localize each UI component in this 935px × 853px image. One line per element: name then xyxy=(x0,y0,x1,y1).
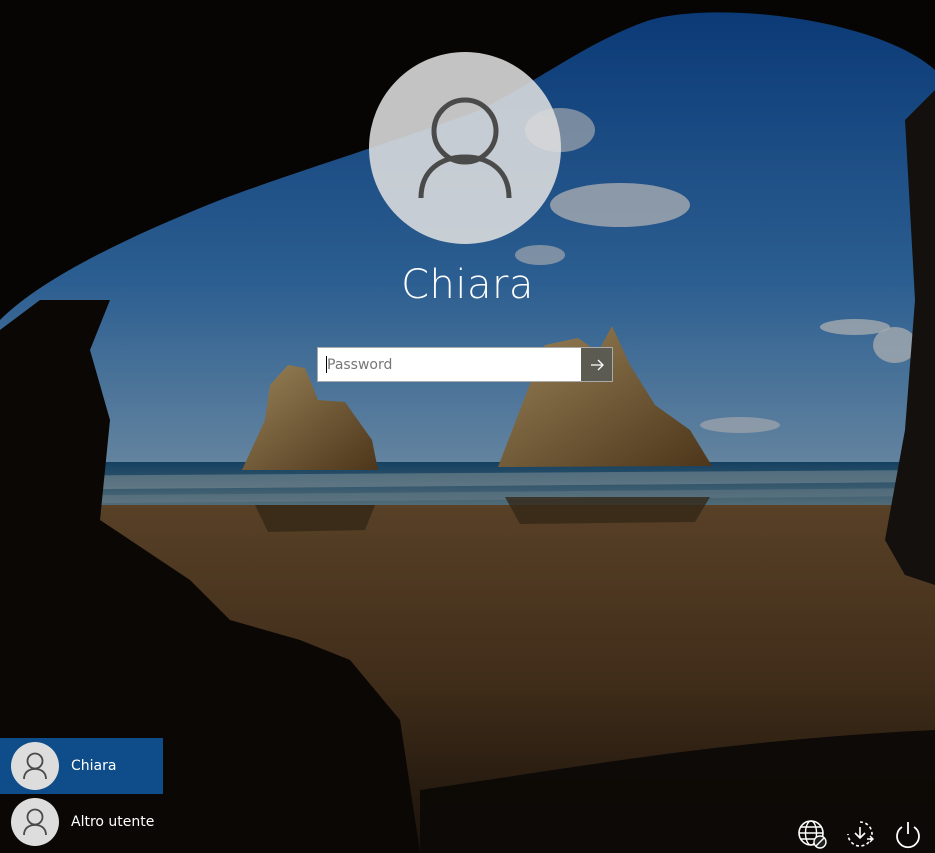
system-tray xyxy=(797,819,923,849)
avatar xyxy=(11,742,59,790)
password-input[interactable] xyxy=(318,348,581,381)
user-icon xyxy=(23,808,47,836)
text-cursor xyxy=(326,356,327,373)
password-box xyxy=(317,347,613,382)
user-icon xyxy=(418,97,512,199)
power-icon[interactable] xyxy=(893,819,923,849)
user-tile-label: Chiara xyxy=(71,758,117,774)
user-icon xyxy=(23,752,47,780)
user-tile-label: Altro utente xyxy=(71,814,155,830)
network-icon[interactable] xyxy=(797,819,827,849)
submit-button[interactable] xyxy=(581,348,612,381)
user-avatar-large xyxy=(369,52,561,244)
user-tile-chiara[interactable]: Chiara xyxy=(0,738,163,794)
avatar xyxy=(11,798,59,846)
ease-of-access-icon[interactable] xyxy=(845,819,875,849)
user-switcher-list: Chiara Altro utente xyxy=(0,738,163,850)
arrow-right-icon xyxy=(590,359,604,370)
user-tile-other-user[interactable]: Altro utente xyxy=(0,794,163,850)
username-heading: Chiara xyxy=(401,262,534,308)
